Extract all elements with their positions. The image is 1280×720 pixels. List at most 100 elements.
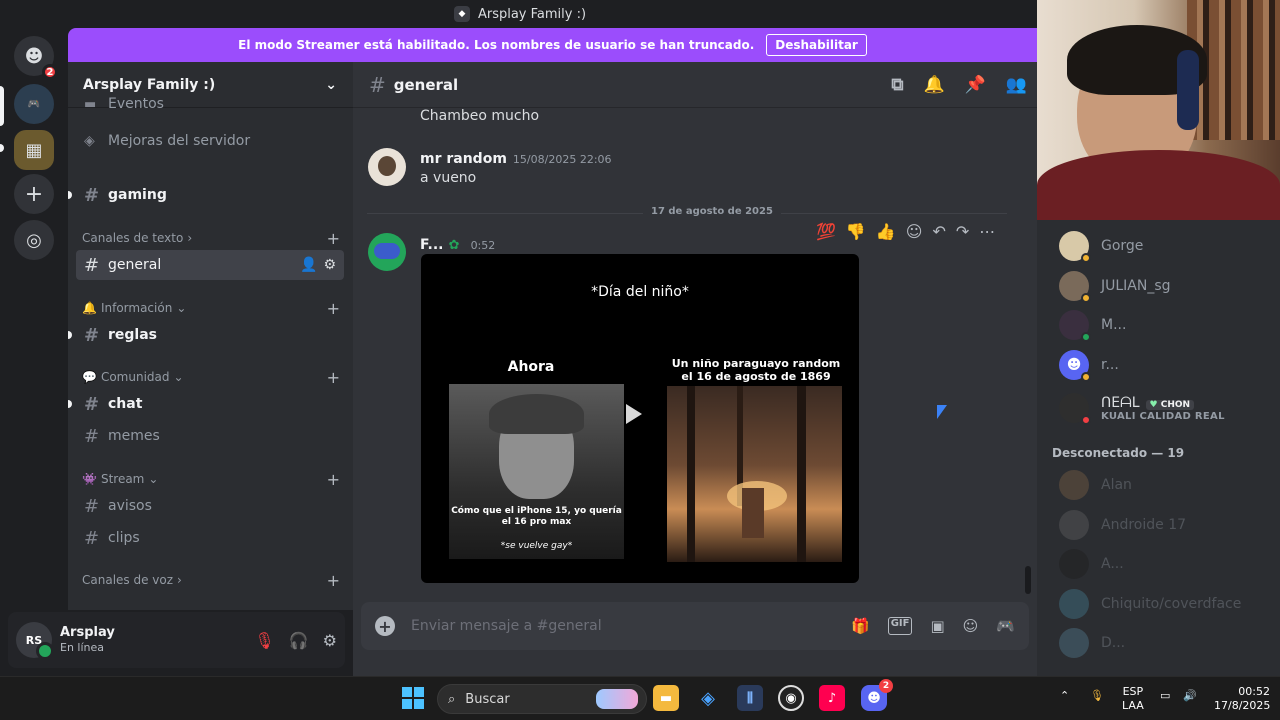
member-name: Alan xyxy=(1101,477,1132,493)
member-item[interactable]: D... xyxy=(1059,625,1269,661)
more-icon[interactable]: ⋯ xyxy=(979,222,995,241)
browser-icon[interactable]: ◉ xyxy=(778,685,804,711)
category-label: Información xyxy=(100,301,173,315)
chat-scrollbar[interactable] xyxy=(1025,566,1031,594)
gear-icon[interactable]: ⚙ xyxy=(323,257,336,273)
headphones-muted-icon[interactable]: 🎧 xyxy=(289,631,309,650)
reaction-100[interactable]: 💯 xyxy=(816,222,836,241)
emoji-icon[interactable]: ☺ xyxy=(963,617,979,635)
video-attachment[interactable]: *Día del niño* Ahora Un niño paraguayo r… xyxy=(421,254,859,583)
channel-label: clips xyxy=(108,530,140,546)
discover-button[interactable]: ◎ xyxy=(14,220,54,260)
channel-memes[interactable]: # memes xyxy=(76,421,344,451)
member-item[interactable]: M... xyxy=(1059,307,1269,343)
invite-icon[interactable]: 👤 xyxy=(300,257,317,273)
disable-streamer-button[interactable]: Deshabilitar xyxy=(766,34,867,56)
category-voice[interactable]: Canales de voz › + xyxy=(82,570,342,590)
pin-icon[interactable]: 📌 xyxy=(965,75,986,95)
member-item[interactable]: JULIAN_sg xyxy=(1059,268,1269,304)
gear-icon[interactable]: ⚙ xyxy=(323,631,337,650)
clock-date: 17/8/2025 xyxy=(1214,699,1271,712)
category-stream[interactable]: 👾 Stream ⌄ + xyxy=(82,469,342,489)
chevron-up-icon[interactable]: ⌃ xyxy=(1060,689,1069,703)
member-item[interactable]: ☻ r... xyxy=(1059,347,1269,383)
clock[interactable]: 00:52 17/8/2025 xyxy=(1214,685,1270,713)
search-icon: ⌕ xyxy=(448,691,456,707)
reply-icon[interactable]: ↶ xyxy=(932,222,945,241)
message-author[interactable]: mr random xyxy=(420,151,507,167)
category-info[interactable]: 🔔 Información ⌄ + xyxy=(82,298,342,318)
channel-clips[interactable]: # clips xyxy=(76,523,344,553)
server-arsplay[interactable]: 🎮 xyxy=(14,84,54,124)
clock-time: 00:52 xyxy=(1238,685,1270,698)
gift-icon[interactable]: 🎁 xyxy=(851,617,870,635)
threads-icon[interactable]: ⧉ xyxy=(891,75,903,95)
channel-gaming[interactable]: # gaming xyxy=(68,180,344,210)
category-comunidad[interactable]: 💬 Comunidad ⌄ + xyxy=(82,367,342,387)
add-reaction-icon[interactable]: ☺ xyxy=(906,222,923,241)
mic-muted-icon[interactable]: 🎙 xyxy=(254,631,274,650)
server-icon: ◆ xyxy=(453,6,470,22)
channel-reglas[interactable]: # reglas xyxy=(68,320,344,350)
reaction-thumbs-down[interactable]: 👎 xyxy=(846,222,866,241)
member-name: A... xyxy=(1101,556,1124,572)
member-item[interactable]: Alan xyxy=(1059,467,1269,503)
add-channel-icon[interactable]: + xyxy=(327,470,340,489)
network-icon[interactable]: ▭ xyxy=(1160,689,1170,703)
channel-label: gaming xyxy=(108,187,167,203)
message-composer[interactable]: + Enviar mensaje a #general 🎁 GIF ▣ ☺ 🎮 xyxy=(361,602,1029,650)
members-icon[interactable]: 👥 xyxy=(1006,75,1027,95)
add-channel-icon[interactable]: + xyxy=(327,299,340,318)
server-boosts-item[interactable]: ◈ Mejoras del servidor xyxy=(76,126,344,156)
discord-taskbar-icon[interactable]: ☻ 2 xyxy=(861,679,893,711)
gif-icon[interactable]: GIF xyxy=(887,617,913,635)
add-server-button[interactable]: + xyxy=(14,174,54,214)
audio-app-icon[interactable]: ⫼ xyxy=(737,685,763,711)
message-author[interactable]: F... xyxy=(420,237,443,253)
channel-general[interactable]: # general 👤 ⚙ xyxy=(76,250,344,280)
category-text-channels[interactable]: Canales de texto › + xyxy=(82,228,342,248)
forward-icon[interactable]: ↷ xyxy=(956,222,969,241)
arsplay-logo-icon: 🎮 xyxy=(27,98,41,110)
channel-avisos[interactable]: # avisos xyxy=(76,491,344,521)
gamepad-icon[interactable]: 🎮 xyxy=(996,617,1015,635)
tiktok-icon[interactable]: ♪ xyxy=(819,685,845,711)
file-explorer-icon[interactable]: ▬ xyxy=(653,685,679,711)
member-item[interactable]: Gorge xyxy=(1059,228,1269,264)
events-item[interactable]: ▬ Eventos xyxy=(76,94,344,114)
volume-icon[interactable]: 🔊 xyxy=(1183,689,1197,703)
bell-icon[interactable]: 🔔 xyxy=(923,75,944,95)
member-item[interactable]: Androide 17 xyxy=(1059,507,1269,543)
channel-chat[interactable]: # chat xyxy=(68,389,344,419)
avatar[interactable] xyxy=(368,233,406,271)
taskbar-search[interactable]: ⌕ Buscar xyxy=(437,684,647,714)
microphone-icon[interactable]: 🎙 xyxy=(1090,689,1104,703)
member-item[interactable]: A... xyxy=(1059,546,1269,582)
sticker-icon[interactable]: ▣ xyxy=(930,617,944,635)
chevron-down-icon: ⌄ xyxy=(325,76,337,93)
avatar: ☻ xyxy=(1059,350,1091,382)
language-indicator[interactable]: ESP LAA xyxy=(1122,685,1144,713)
streamer-mode-banner: El modo Streamer está habilitado. Los no… xyxy=(68,28,1037,62)
date-divider-label: 17 de agosto de 2025 xyxy=(643,206,781,217)
play-icon[interactable] xyxy=(626,404,642,424)
server-folder[interactable]: ▦ xyxy=(14,130,54,170)
stream-icon: 👾 xyxy=(82,472,97,486)
tree-shape xyxy=(797,386,806,562)
message-timestamp: 15/08/2025 22:06 xyxy=(512,153,612,166)
folder-icon: ▦ xyxy=(25,139,43,161)
avatar[interactable] xyxy=(368,148,406,186)
app-icon-diamond[interactable]: ◈ xyxy=(695,685,721,711)
reaction-thumbs-up[interactable]: 👍 xyxy=(876,222,896,241)
composer-placeholder[interactable]: Enviar mensaje a #general xyxy=(411,618,602,634)
add-channel-icon[interactable]: + xyxy=(327,571,340,590)
windows-start-button[interactable] xyxy=(400,685,426,711)
discord-home-button[interactable]: ☻ 2 xyxy=(14,36,58,80)
add-channel-icon[interactable]: + xyxy=(327,229,340,248)
add-channel-icon[interactable]: + xyxy=(327,368,340,387)
member-item[interactable]: ᑎEᗩᒪ ♥ CHON KUALI CALIDAD REAL xyxy=(1059,388,1269,428)
attach-plus-icon[interactable]: + xyxy=(375,616,395,636)
member-item[interactable]: Chiquito/coverdface xyxy=(1059,586,1269,622)
avatar[interactable]: RS xyxy=(16,622,54,660)
plus-icon: + xyxy=(24,181,44,207)
